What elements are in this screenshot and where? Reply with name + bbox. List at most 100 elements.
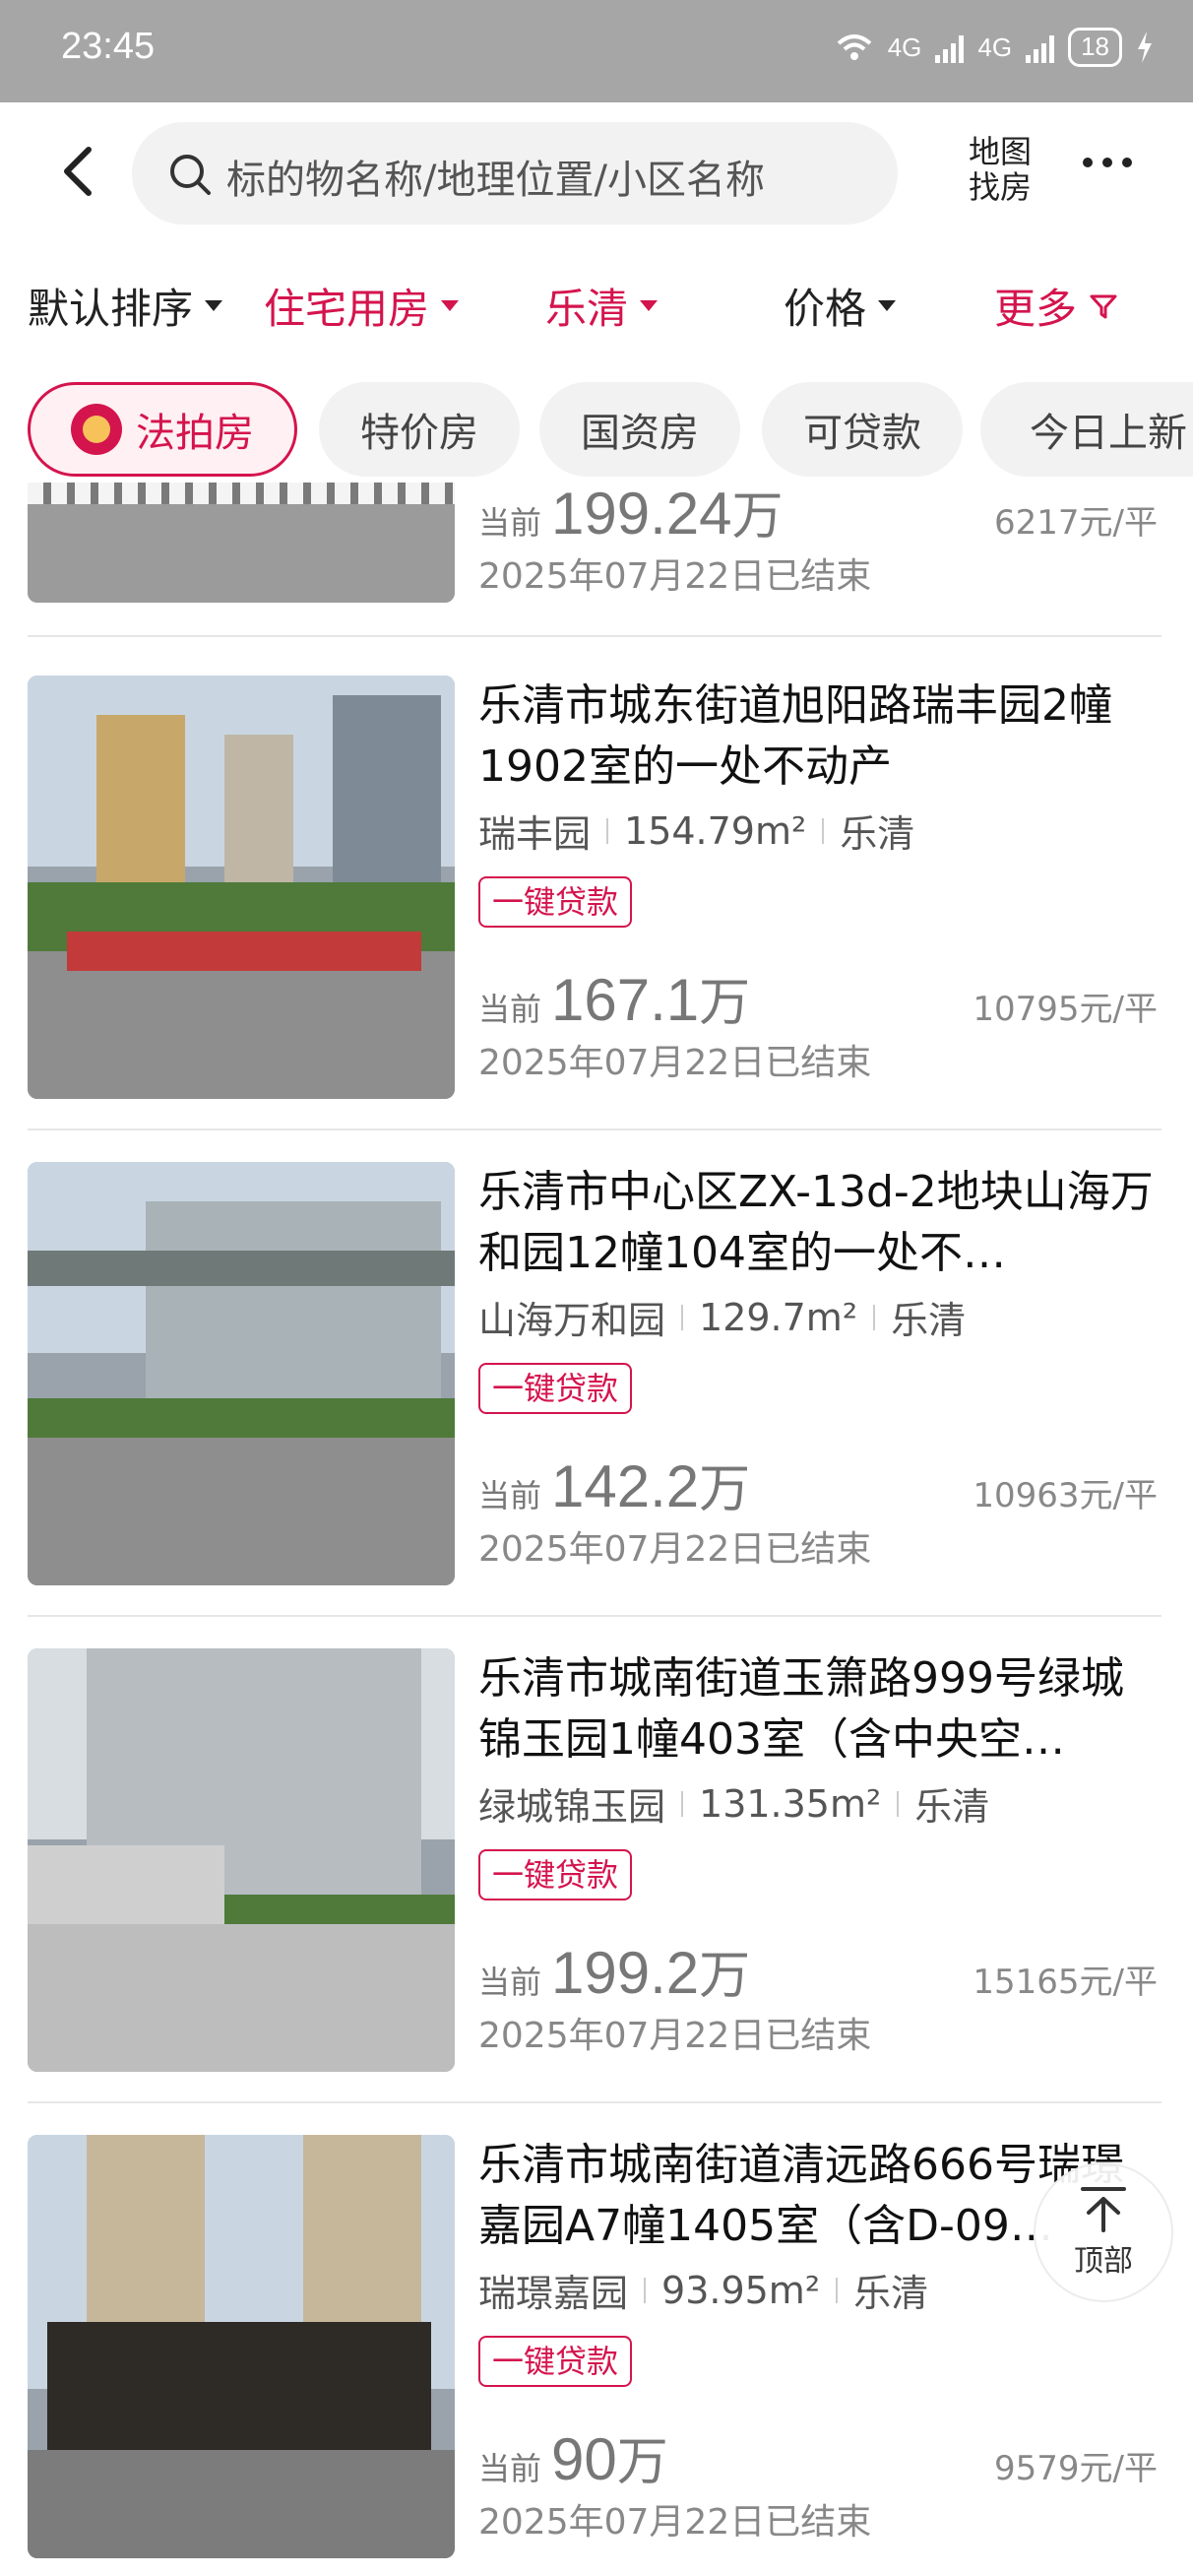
region-name: 乐清 <box>891 1299 967 1342</box>
current-price: 167.1 <box>551 967 700 1033</box>
filter-region[interactable]: 乐清 <box>545 276 659 336</box>
current-price: 90 <box>551 2426 617 2492</box>
filter-property-type-label: 住宅用房 <box>264 285 430 333</box>
price-row: 当前 167.1 万 10795元/平 <box>478 961 1158 1035</box>
price-unit: 万 <box>699 1947 751 2006</box>
listing-thumbnail <box>28 483 455 603</box>
listing-thumbnail <box>28 676 455 1099</box>
listing-meta: 山海万和园 129.7m² 乐清 <box>478 1290 966 1344</box>
back-to-top-button[interactable]: 顶部 <box>1034 2162 1173 2302</box>
map-label-line2: 找房 <box>968 168 1032 206</box>
listing-list[interactable]: 当前 199.24 万 6217元/平 2025年07月22日已结束 乐清市城东… <box>0 483 1193 2576</box>
listing-title[interactable]: 乐清市中心区ZX-13d-2地块山海万和园12幢104室的一处不… <box>478 1162 1158 1284</box>
floor-area: 93.95m² <box>661 2268 821 2312</box>
listing-title[interactable]: 乐清市城东街道旭阳路瑞丰园2幢1902室的一处不动产 <box>478 676 1158 798</box>
community-name: 绿城锦玉园 <box>478 1785 666 1829</box>
loan-tag: 一键贷款 <box>478 876 633 928</box>
filter-sort[interactable]: 默认排序 <box>28 276 223 336</box>
caret-down-icon <box>205 300 223 311</box>
header: 标的物名称/地理位置/小区名称 地图 找房 <box>0 102 1193 240</box>
chip-new-today[interactable]: 今日上新 <box>980 382 1193 477</box>
chip-label: 法拍房 <box>136 411 254 456</box>
unit-price: 10795元/平 <box>973 990 1158 1029</box>
community-name: 山海万和园 <box>478 1299 666 1342</box>
community-name: 瑞璟嘉园 <box>478 2272 629 2315</box>
loan-tag: 一键贷款 <box>478 1849 633 1900</box>
search-input[interactable]: 标的物名称/地理位置/小区名称 <box>132 122 898 225</box>
search-placeholder: 标的物名称/地理位置/小区名称 <box>226 158 765 203</box>
battery-icon: 18 <box>1068 28 1122 67</box>
network-label-2: 4G <box>977 32 1013 62</box>
listing-meta: 瑞璟嘉园 93.95m² 乐清 <box>478 2263 928 2317</box>
back-icon[interactable] <box>49 142 108 201</box>
floor-area: 131.35m² <box>699 1781 882 1826</box>
auction-status: 2025年07月22日已结束 <box>478 2502 872 2543</box>
status-bar: 23:45 4G 4G 18 <box>0 0 1193 102</box>
listing-meta: 瑞丰园 154.79m² 乐清 <box>478 804 914 858</box>
listing-card[interactable]: 乐清市中心区ZX-13d-2地块山海万和园12幢104室的一处不… 山海万和园 … <box>0 1162 1193 1648</box>
filter-bar: 默认排序 住宅用房 乐清 价格 更多 <box>0 258 1193 349</box>
price-unit: 万 <box>699 1460 751 1519</box>
price-unit: 万 <box>699 974 751 1033</box>
current-price: 199.2 <box>551 1940 700 2006</box>
map-search-button[interactable]: 地图 找房 <box>961 134 1039 205</box>
caret-down-icon <box>640 300 659 311</box>
auction-status: 2025年07月22日已结束 <box>478 1529 872 1570</box>
price-prefix: 当前 <box>478 504 542 542</box>
filter-price[interactable]: 价格 <box>784 276 897 336</box>
listing-card[interactable]: 乐清市城东街道旭阳路瑞丰园2幢1902室的一处不动产 瑞丰园 154.79m² … <box>0 676 1193 1162</box>
quick-filter-chips: 法拍房 特价房 国资房 可贷款 今日上新 <box>0 378 1193 477</box>
listing-card[interactable]: 乐清市城南街道清远路666号瑞璟嘉园A7幢1405室（含D-09… 瑞璟嘉园 9… <box>0 2135 1193 2576</box>
price-row: 当前 199.24 万 6217元/平 <box>478 483 1158 548</box>
caret-down-icon <box>878 300 897 311</box>
filter-more[interactable]: 更多 <box>994 276 1118 336</box>
region-name: 乐清 <box>853 2272 929 2315</box>
filter-more-label: 更多 <box>994 285 1078 333</box>
chip-label: 可贷款 <box>803 411 921 456</box>
price-row: 当前 199.2 万 15165元/平 <box>478 1934 1158 2008</box>
chip-label: 特价房 <box>360 411 478 456</box>
price-row: 当前 142.2 万 10963元/平 <box>478 1448 1158 1521</box>
status-icons: 4G 4G 18 <box>835 28 1154 67</box>
floor-area: 129.7m² <box>699 1295 858 1339</box>
back-to-top-label: 顶部 <box>1074 2244 1133 2279</box>
unit-price: 15165元/平 <box>973 1963 1158 2002</box>
listing-card[interactable]: 乐清市城南街道玉箫路999号绿城锦玉园1幢403室（含中央空… 绿城锦玉园 13… <box>0 1648 1193 2135</box>
caret-down-icon <box>441 300 460 311</box>
price-prefix: 当前 <box>478 2450 542 2487</box>
chip-special-price[interactable]: 特价房 <box>319 382 520 477</box>
price-row: 当前 90 万 9579元/平 <box>478 2420 1158 2494</box>
unit-price: 10963元/平 <box>973 1476 1158 1515</box>
listing-title[interactable]: 乐清市城南街道玉箫路999号绿城锦玉园1幢403室（含中央空… <box>478 1648 1158 1771</box>
more-options-icon[interactable] <box>1083 158 1132 167</box>
price-unit: 万 <box>731 487 784 547</box>
loan-tag: 一键贷款 <box>478 2336 633 2387</box>
filter-property-type[interactable]: 住宅用房 <box>264 276 460 336</box>
wifi-icon <box>837 34 872 60</box>
chip-state-owned[interactable]: 国资房 <box>539 382 740 477</box>
unit-price: 6217元/平 <box>994 503 1158 543</box>
listing-card[interactable]: 当前 199.24 万 6217元/平 2025年07月22日已结束 <box>0 483 1193 637</box>
unit-price: 9579元/平 <box>994 2449 1158 2488</box>
filter-price-label: 价格 <box>784 285 867 333</box>
network-label: 4G <box>887 32 922 62</box>
auction-status: 2025年07月22日已结束 <box>478 556 872 597</box>
current-price: 142.2 <box>551 1453 700 1519</box>
chip-loan-available[interactable]: 可贷款 <box>762 382 963 477</box>
chip-label: 国资房 <box>581 411 699 456</box>
divider <box>28 1128 1162 1130</box>
community-name: 瑞丰园 <box>478 812 592 856</box>
floor-area: 154.79m² <box>624 808 807 853</box>
price-prefix: 当前 <box>478 991 542 1028</box>
signal-icon <box>935 32 965 63</box>
current-price: 199.24 <box>551 483 732 547</box>
arrow-up-icon <box>1081 2187 1126 2232</box>
chip-judicial-auction[interactable]: 法拍房 <box>28 382 297 477</box>
price-unit: 万 <box>616 2433 668 2492</box>
listing-thumbnail <box>28 1162 455 1585</box>
divider <box>28 635 1162 637</box>
charging-icon <box>1138 32 1152 63</box>
price-prefix: 当前 <box>478 1964 542 2001</box>
price-prefix: 当前 <box>478 1477 542 1514</box>
court-emblem-icon <box>71 404 122 455</box>
